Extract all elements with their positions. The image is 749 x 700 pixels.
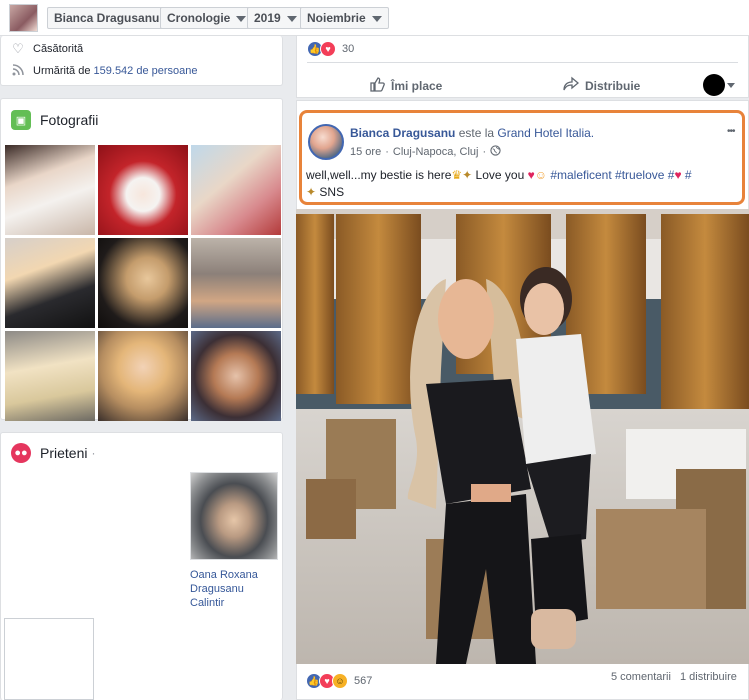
- friend-photo[interactable]: [190, 472, 278, 560]
- photos-box: ▣ Fotografii: [0, 98, 283, 421]
- post-photo-illustration: [296, 209, 749, 664]
- photo-thumbnail[interactable]: [98, 238, 188, 328]
- chevron-down-icon: [371, 15, 382, 22]
- blank-photo-tile[interactable]: [4, 618, 94, 700]
- heart-emoji-icon: ♥: [527, 168, 535, 182]
- photo-thumbnail[interactable]: [5, 331, 95, 421]
- post-text: well,well...my bestie is here♛✦ Love you…: [306, 167, 738, 201]
- post-time-link[interactable]: 15 ore: [350, 146, 381, 158]
- followers-row: Urmărită de 159.542 de persoane: [11, 63, 198, 79]
- top-nav-bar: Bianca Dragusanu Cronologie 2019 Noiembr…: [0, 0, 749, 36]
- chevron-down-icon: [286, 15, 297, 22]
- meta-separator-dot: ·: [385, 146, 389, 158]
- haha-reaction-icon: ☺: [332, 673, 348, 689]
- followers-prefix: Urmărită de: [33, 65, 91, 77]
- photos-header[interactable]: ▣ Fotografii: [11, 110, 98, 130]
- profile-avatar[interactable]: [9, 4, 38, 32]
- photo-thumbnail[interactable]: [5, 145, 95, 235]
- photos-title: Fotografii: [40, 112, 99, 128]
- photo-thumbnail[interactable]: [5, 238, 95, 328]
- friends-dot: ·: [91, 446, 96, 460]
- hashtag-leopard[interactable]: #: [685, 168, 692, 182]
- post-text-part2: Love you: [472, 168, 528, 182]
- post-reactions[interactable]: 👍 ♥ ☺ 567: [306, 673, 372, 689]
- post-author-avatar[interactable]: [308, 124, 344, 160]
- rss-icon: [11, 64, 25, 78]
- friend-name-line3[interactable]: Calintir: [190, 596, 224, 610]
- globe-icon[interactable]: [490, 145, 501, 159]
- hashtag-truelove[interactable]: #truelove: [615, 168, 664, 182]
- profile-name-button[interactable]: Bianca Dragusanu: [47, 7, 167, 29]
- relationship-text: Căsătorită: [33, 43, 84, 55]
- leopard-emoji-icon: ✦: [306, 185, 317, 199]
- friends-title: Prieteni: [40, 445, 88, 461]
- friends-icon: ●●: [11, 443, 31, 463]
- share-button[interactable]: Distribuie: [563, 76, 640, 96]
- audience-avatar[interactable]: [703, 74, 725, 96]
- followers-count-link[interactable]: 159.542: [94, 65, 134, 77]
- photo-thumbnail[interactable]: [191, 145, 281, 235]
- photo-thumbnail[interactable]: [191, 238, 281, 328]
- year-label: 2019: [254, 11, 281, 25]
- post-location-link[interactable]: Cluj-Napoca, Cluj: [393, 146, 479, 158]
- photo-thumbnail[interactable]: [98, 331, 188, 421]
- post-reaction-count: 567: [354, 675, 373, 687]
- friend-name-line2[interactable]: Dragusanu: [190, 582, 244, 596]
- profile-name-label: Bianca Dragusanu: [54, 11, 160, 25]
- like-button[interactable]: Îmi place: [369, 76, 442, 96]
- previous-post-reaction-count: 30: [342, 43, 355, 55]
- chevron-down-icon: [236, 15, 247, 22]
- photo-grid: [5, 145, 281, 421]
- post-photo[interactable]: [296, 209, 749, 664]
- hashtag-maleficent[interactable]: #maleficent: [550, 168, 611, 182]
- post-author-link[interactable]: Bianca Dragusanu: [350, 126, 455, 140]
- month-label: Noiembrie: [307, 11, 366, 25]
- post-author-line: Bianca Dragusanu este la Grand Hotel Ita…: [350, 126, 594, 140]
- timeline-dropdown[interactable]: Cronologie: [160, 7, 254, 29]
- month-dropdown[interactable]: Noiembrie: [300, 7, 389, 29]
- post-options-icon[interactable]: •••: [727, 126, 735, 137]
- photo-thumbnail[interactable]: [98, 145, 188, 235]
- followers-suffix-link[interactable]: de persoane: [136, 65, 197, 77]
- leopard-emoji-icon: ✦: [462, 168, 473, 182]
- meta-separator-dot: ·: [482, 146, 487, 158]
- friends-header[interactable]: ●● Prieteni ·: [11, 443, 95, 463]
- relationship-row: ♡ Căsătorită: [11, 41, 83, 57]
- shares-link[interactable]: 1 distribuire: [680, 671, 737, 683]
- thumbs-up-icon: [369, 76, 385, 96]
- intro-box: ♡ Căsătorită Urmărită de 159.542 de pers…: [0, 36, 283, 86]
- like-label: Îmi place: [391, 79, 443, 93]
- friend-name-line1[interactable]: Oana Roxana: [190, 568, 258, 582]
- post-text-sns: SNS: [316, 185, 345, 199]
- crown-emoji-icon: ♛: [451, 168, 463, 182]
- timeline-label: Cronologie: [167, 11, 231, 25]
- share-arrow-icon: [563, 76, 580, 96]
- post-at-text: este la: [455, 126, 498, 140]
- post-text-part1: well,well...my bestie is here: [306, 168, 452, 182]
- post-meta: 15 ore · Cluj-Napoca, Cluj ·: [350, 145, 501, 159]
- previous-post-footer: 👍 ♥ 30 Îmi place Distribuie: [296, 36, 749, 98]
- comments-link[interactable]: 5 comentarii: [611, 671, 671, 683]
- photos-icon: ▣: [11, 110, 31, 130]
- chevron-down-icon[interactable]: [727, 83, 735, 88]
- share-label: Distribuie: [585, 79, 641, 93]
- heart-emoji-icon: ♥: [674, 168, 682, 182]
- love-reaction-icon: ♥: [320, 41, 336, 57]
- divider: [307, 62, 738, 63]
- post-place-link[interactable]: Grand Hotel Italia.: [497, 126, 594, 140]
- year-dropdown[interactable]: 2019: [247, 7, 304, 29]
- smile-emoji-icon: ☺: [534, 168, 547, 182]
- photo-thumbnail[interactable]: [191, 331, 281, 421]
- heart-icon: ♡: [12, 41, 24, 56]
- previous-post-reactions[interactable]: 👍 ♥ 30: [307, 41, 354, 57]
